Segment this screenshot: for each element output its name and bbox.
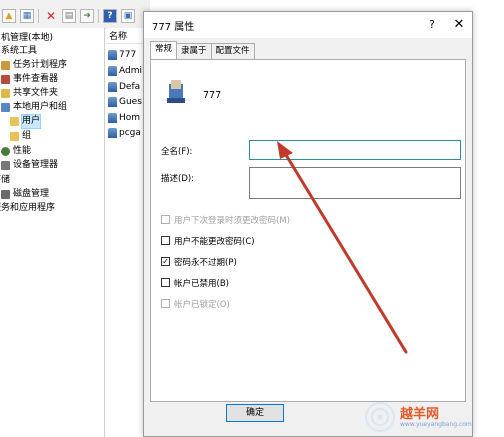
general-tab-panel: 777 全名(F): 描述(D): 用户下次登录时须更改密码(M) 用户不能更改… bbox=[150, 59, 466, 402]
tree-item-device-manager[interactable]: 设备管理器 bbox=[1, 159, 58, 172]
close-button[interactable]: ✕ bbox=[448, 15, 470, 35]
checkbox-password-never-expires[interactable]: ✓ 密码永不过期(P) bbox=[161, 255, 237, 268]
console-tree: 机管理(本地) 系统工具 任务计划程序 事件查看器 共享文件夹 本地用户和组 用… bbox=[0, 28, 105, 437]
user-icon bbox=[108, 97, 117, 107]
up-folder-icon[interactable]: ▲ bbox=[2, 9, 16, 23]
list-item[interactable]: Hom bbox=[108, 111, 140, 125]
tab-general[interactable]: 常规 bbox=[150, 41, 178, 59]
user-icon bbox=[108, 50, 117, 60]
shared-folder-icon bbox=[1, 89, 10, 98]
list-item[interactable]: pcga bbox=[108, 126, 141, 140]
tree-item-shared-folders[interactable]: 共享文件夹 bbox=[1, 87, 58, 100]
tree-item-disk-management[interactable]: 磁盘管理 bbox=[1, 188, 49, 201]
delete-icon[interactable]: ✕ bbox=[44, 9, 58, 23]
user-icon bbox=[108, 82, 117, 92]
user-icon bbox=[108, 128, 117, 138]
toolbar-separator bbox=[38, 9, 39, 23]
tree-item-system-tools[interactable]: 系统工具 bbox=[1, 45, 37, 58]
toolbar-separator bbox=[98, 9, 99, 23]
toolbar: ▲ ▦ ✕ ▤ ➜ ? ▣ bbox=[0, 0, 150, 29]
user-icon bbox=[108, 113, 117, 123]
wifi-logo-icon bbox=[365, 402, 395, 432]
list-item[interactable]: Gues bbox=[108, 95, 142, 109]
watermark-text: 越羊网 bbox=[400, 407, 440, 422]
tree-item-users[interactable]: 用户 bbox=[10, 114, 42, 129]
tree-item-storage[interactable]: 存储 bbox=[0, 174, 10, 187]
description-label: 描述(D): bbox=[161, 174, 195, 184]
column-header-name[interactable]: 名称 bbox=[106, 30, 144, 44]
user-avatar-icon bbox=[167, 80, 185, 103]
tree-item-performance[interactable]: 性能 bbox=[1, 145, 31, 158]
device-manager-icon bbox=[1, 161, 10, 170]
tree-item-task-scheduler[interactable]: 任务计划程序 bbox=[1, 59, 67, 72]
dialog-tabs: 常规 隶属于 配置文件 bbox=[150, 41, 255, 59]
console-icon[interactable]: ▣ bbox=[121, 9, 135, 23]
ok-button[interactable]: 确定 bbox=[226, 404, 284, 422]
properties-icon[interactable]: ▦ bbox=[20, 9, 34, 23]
dialog-title: 777 属性 bbox=[152, 22, 195, 33]
checkbox-box[interactable] bbox=[161, 215, 170, 224]
folder-icon bbox=[10, 117, 19, 126]
checkbox-box[interactable] bbox=[161, 236, 170, 245]
tree-item-groups[interactable]: 组 bbox=[10, 130, 31, 143]
checkbox-account-disabled[interactable]: 帐户已禁用(B) bbox=[161, 276, 229, 289]
user-properties-dialog: 777 属性 ? ✕ 常规 隶属于 配置文件 777 全名(F): 描述(D):… bbox=[143, 11, 473, 437]
description-input[interactable] bbox=[249, 167, 461, 199]
tree-item-local-users-groups[interactable]: 本地用户和组 bbox=[1, 101, 67, 114]
tree-item-event-viewer[interactable]: 事件查看器 bbox=[1, 73, 58, 86]
user-icon bbox=[108, 66, 117, 76]
tree-item-services-applications[interactable]: 服务和应用程序 bbox=[0, 202, 55, 215]
performance-icon bbox=[1, 147, 10, 156]
clock-icon bbox=[1, 61, 10, 70]
user-name: 777 bbox=[203, 90, 222, 101]
forward-icon[interactable]: ➜ bbox=[80, 9, 94, 23]
fullname-input[interactable] bbox=[249, 140, 461, 160]
event-viewer-icon bbox=[1, 75, 10, 84]
tree-item-computer-management[interactable]: 机管理(本地) bbox=[1, 32, 53, 45]
checkbox-box[interactable] bbox=[161, 278, 170, 287]
users-group-icon bbox=[1, 103, 10, 112]
checkbox-account-locked[interactable]: 帐户已锁定(O) bbox=[161, 297, 230, 310]
export-list-icon[interactable]: ▤ bbox=[62, 9, 76, 23]
checkbox-cannot-change-password[interactable]: 用户不能更改密码(C) bbox=[161, 234, 255, 247]
user-list: 名称 777 Admi Defa Gues Hom pcga bbox=[106, 28, 144, 437]
tab-member-of[interactable]: 隶属于 bbox=[176, 43, 212, 59]
checkbox-box[interactable] bbox=[161, 299, 170, 308]
disk-icon bbox=[1, 190, 10, 199]
list-item[interactable]: 777 bbox=[108, 48, 136, 62]
checkbox-must-change-password[interactable]: 用户下次登录时须更改密码(M) bbox=[161, 213, 290, 226]
folder-icon bbox=[10, 132, 19, 141]
list-item[interactable]: Defa bbox=[108, 80, 140, 94]
help-button[interactable]: ? bbox=[422, 15, 442, 35]
checkmark-icon[interactable]: ✓ bbox=[161, 257, 170, 266]
dialog-titlebar[interactable]: 777 属性 ? ✕ bbox=[144, 12, 472, 38]
list-item[interactable]: Admi bbox=[108, 64, 142, 78]
tab-profile[interactable]: 配置文件 bbox=[210, 43, 255, 59]
help-icon[interactable]: ? bbox=[103, 9, 117, 23]
fullname-label: 全名(F): bbox=[161, 147, 193, 157]
watermark-url: www.yueyangbang.com bbox=[400, 421, 472, 428]
